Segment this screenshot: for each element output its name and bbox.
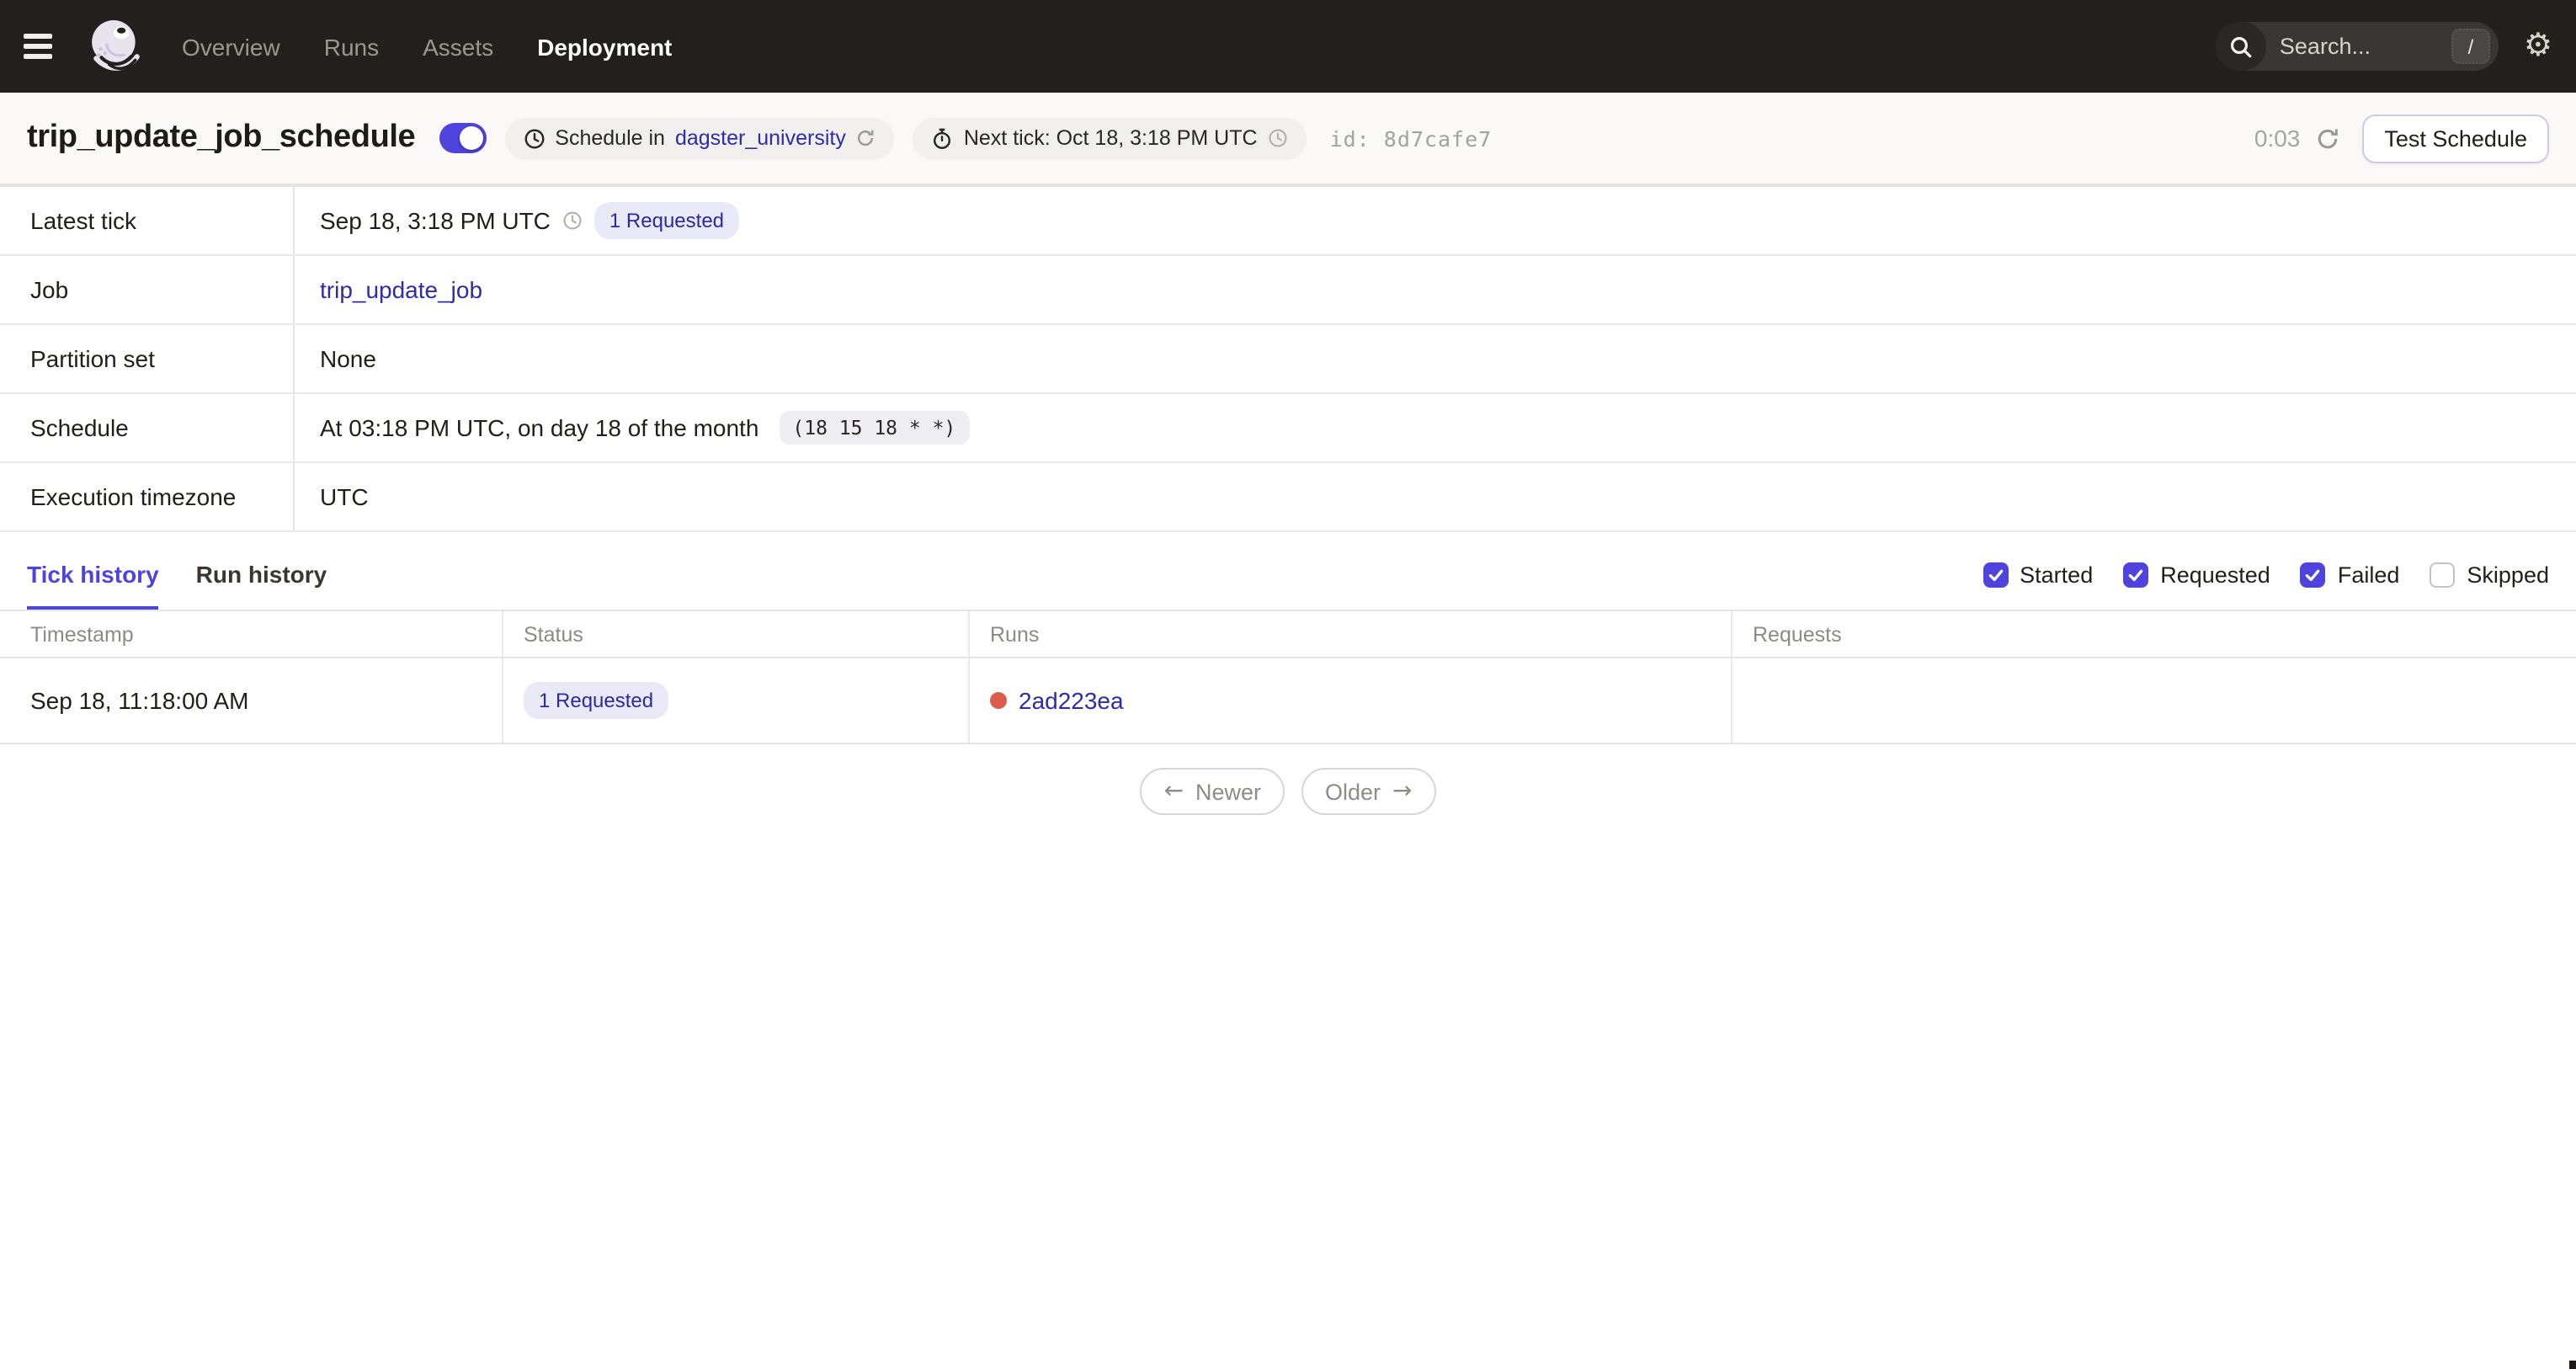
run-link[interactable]: 2ad223ea	[1019, 687, 1124, 714]
tab-run-history[interactable]: Run history	[196, 561, 327, 610]
tick-status-badge: 1 Requested	[524, 682, 669, 719]
job-link[interactable]: trip_update_job	[320, 276, 482, 303]
schedule-description: At 03:18 PM UTC, on day 18 of the month	[320, 414, 759, 441]
search-shortcut-badge: /	[2451, 29, 2490, 64]
filter-requested[interactable]: Requested	[2123, 562, 2270, 588]
test-schedule-button[interactable]: Test Schedule	[2362, 114, 2549, 162]
nav-item-deployment[interactable]: Deployment	[537, 33, 672, 60]
reload-icon[interactable]	[856, 128, 876, 148]
column-header-timestamp: Timestamp	[0, 611, 503, 657]
column-header-status: Status	[503, 611, 970, 657]
execution-timezone-value: UTC	[320, 483, 369, 510]
tick-timestamp: Sep 18, 11:18:00 AM	[0, 658, 503, 743]
next-tick-text: Next tick: Oct 18, 3:18 PM UTC	[963, 126, 1258, 150]
detail-label: Job	[0, 256, 295, 323]
hamburger-menu-icon[interactable]	[24, 24, 67, 68]
main-nav: Overview Runs Assets Deployment	[182, 33, 672, 60]
dagster-app: Overview Runs Assets Deployment Search..…	[0, 0, 2576, 1369]
next-tick-pill: Next tick: Oct 18, 3:18 PM UTC	[913, 117, 1307, 159]
arrow-right-icon: →	[1392, 778, 1413, 805]
schedule-location-prefix: Schedule in	[555, 126, 665, 150]
timezone-clock-icon[interactable]	[1268, 128, 1288, 148]
run-status-dot-failed	[990, 692, 1007, 709]
column-header-runs: Runs	[970, 611, 1732, 657]
filter-label: Requested	[2160, 562, 2270, 588]
tab-tick-history[interactable]: Tick history	[27, 561, 159, 610]
tick-table-header: Timestamp Status Runs Requests	[0, 611, 2576, 658]
checkbox-started[interactable]	[1983, 562, 2009, 588]
corner-artifact	[2569, 1361, 2576, 1369]
detail-row-latest-tick: Latest tick Sep 18, 3:18 PM UTC 1 Reques…	[0, 187, 2576, 256]
nav-item-assets[interactable]: Assets	[423, 33, 493, 60]
detail-row-partition-set: Partition set None	[0, 325, 2576, 394]
page-title: trip_update_job_schedule	[27, 120, 416, 155]
detail-label: Execution timezone	[0, 463, 295, 530]
clock-icon	[524, 128, 544, 148]
tick-table-row: Sep 18, 11:18:00 AM 1 Requested 2ad223ea	[0, 658, 2576, 744]
detail-row-job: Job trip_update_job	[0, 256, 2576, 325]
column-header-requests: Requests	[1753, 622, 1842, 646]
checkbox-requested[interactable]	[2123, 562, 2149, 588]
schedule-details-table: Latest tick Sep 18, 3:18 PM UTC 1 Reques…	[0, 187, 2576, 532]
newer-button[interactable]: ← Newer	[1140, 768, 1285, 815]
top-nav-bar: Overview Runs Assets Deployment Search..…	[0, 0, 2576, 93]
filter-label: Skipped	[2467, 562, 2549, 588]
schedule-id: id: 8d7cafe7	[1329, 125, 1493, 151]
timezone-clock-icon[interactable]	[562, 210, 583, 231]
schedule-enabled-toggle[interactable]	[439, 123, 487, 153]
refresh-icon[interactable]	[2315, 125, 2340, 151]
code-location-link[interactable]: dagster_university	[675, 126, 846, 150]
search-placeholder: Search...	[2279, 34, 2371, 59]
search-input[interactable]: Search... /	[2215, 22, 2499, 71]
tick-status-filters: Started Requested Failed Skipped	[1983, 562, 2549, 588]
nav-item-runs[interactable]: Runs	[324, 33, 379, 60]
settings-gear-icon[interactable]: ⚙	[2524, 29, 2552, 62]
partition-set-value: None	[320, 345, 376, 372]
toggle-knob	[459, 126, 483, 150]
cron-expression-chip: (18 15 18 * *)	[779, 411, 970, 445]
search-icon	[2215, 22, 2266, 71]
arrow-left-icon: ←	[1163, 778, 1184, 805]
schedule-title-bar: trip_update_job_schedule Schedule in dag…	[0, 93, 2576, 187]
filter-label: Failed	[2337, 562, 2400, 588]
filter-label: Started	[2020, 562, 2094, 588]
detail-label: Partition set	[0, 325, 295, 392]
detail-row-schedule: Schedule At 03:18 PM UTC, on day 18 of t…	[0, 394, 2576, 463]
detail-row-execution-timezone: Execution timezone UTC	[0, 463, 2576, 532]
detail-label: Latest tick	[0, 187, 295, 254]
nav-item-overview[interactable]: Overview	[182, 33, 280, 60]
tick-history-table: Timestamp Status Runs Requests Sep 18, 1…	[0, 610, 2576, 744]
dagster-logo-icon[interactable]	[88, 18, 145, 75]
history-bar: Tick history Run history Started Request…	[0, 532, 2576, 610]
filter-failed[interactable]: Failed	[2300, 562, 2400, 588]
pagination: ← Newer Older →	[0, 768, 2576, 815]
stopwatch-icon	[934, 127, 951, 148]
latest-tick-timestamp: Sep 18, 3:18 PM UTC	[320, 207, 551, 234]
status-badge: 1 Requested	[593, 202, 740, 239]
filter-skipped[interactable]: Skipped	[2430, 562, 2549, 588]
history-tabs: Tick history Run history	[27, 561, 327, 610]
checkbox-skipped[interactable]	[2430, 562, 2456, 588]
tick-requests-cell	[1732, 658, 2576, 743]
checkbox-failed[interactable]	[2300, 562, 2326, 588]
older-button[interactable]: Older →	[1301, 768, 1436, 815]
schedule-location-pill: Schedule in dagster_university	[504, 117, 895, 159]
detail-label: Schedule	[0, 394, 295, 461]
filter-started[interactable]: Started	[1983, 562, 2093, 588]
refresh-countdown: 0:03	[2254, 125, 2301, 152]
